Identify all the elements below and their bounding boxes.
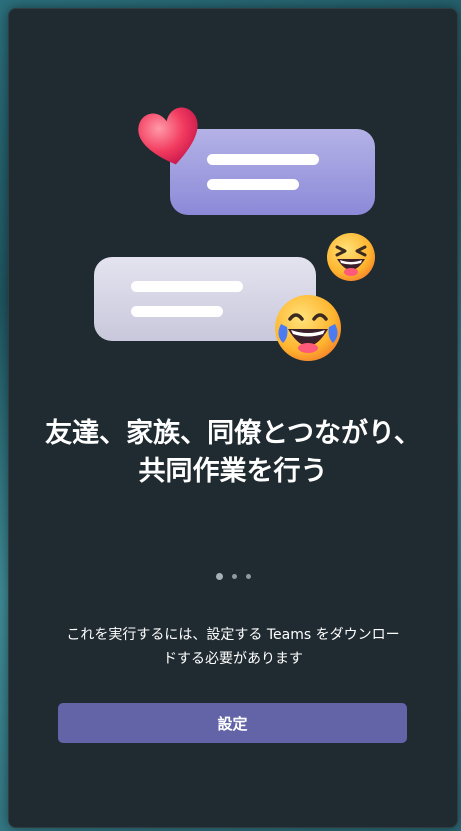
laughing-squint-emoji xyxy=(327,233,375,281)
headline: 友達、家族、同僚とつながり、 共同作業を行う xyxy=(29,415,437,491)
setup-button[interactable]: 設定 xyxy=(58,703,407,743)
description-line-1: これを実行するには、設定する Teams をダウンロー xyxy=(66,627,400,643)
pager-dot-2[interactable] xyxy=(231,574,237,579)
chat-line xyxy=(207,179,299,190)
carousel-pager xyxy=(9,573,457,580)
chat-line xyxy=(131,306,223,317)
chat-line xyxy=(131,281,243,292)
pager-dot-1[interactable] xyxy=(215,573,223,580)
illustration xyxy=(9,9,457,389)
teams-onboarding-dialog: 友達、家族、同僚とつながり、 共同作業を行う これを実行するには、設定する Te… xyxy=(8,8,458,828)
description-line-2: ドする必要があります xyxy=(163,651,303,667)
laughing-tears-emoji xyxy=(275,295,341,361)
pager-dot-3[interactable] xyxy=(245,574,251,579)
headline-line-2: 共同作業を行う xyxy=(138,456,328,487)
description: これを実行するには、設定する Teams をダウンロー ドする必要があります xyxy=(49,623,417,671)
heart-icon xyxy=(138,107,198,165)
chat-line xyxy=(207,154,319,165)
headline-line-1: 友達、家族、同僚とつながり、 xyxy=(45,418,421,449)
